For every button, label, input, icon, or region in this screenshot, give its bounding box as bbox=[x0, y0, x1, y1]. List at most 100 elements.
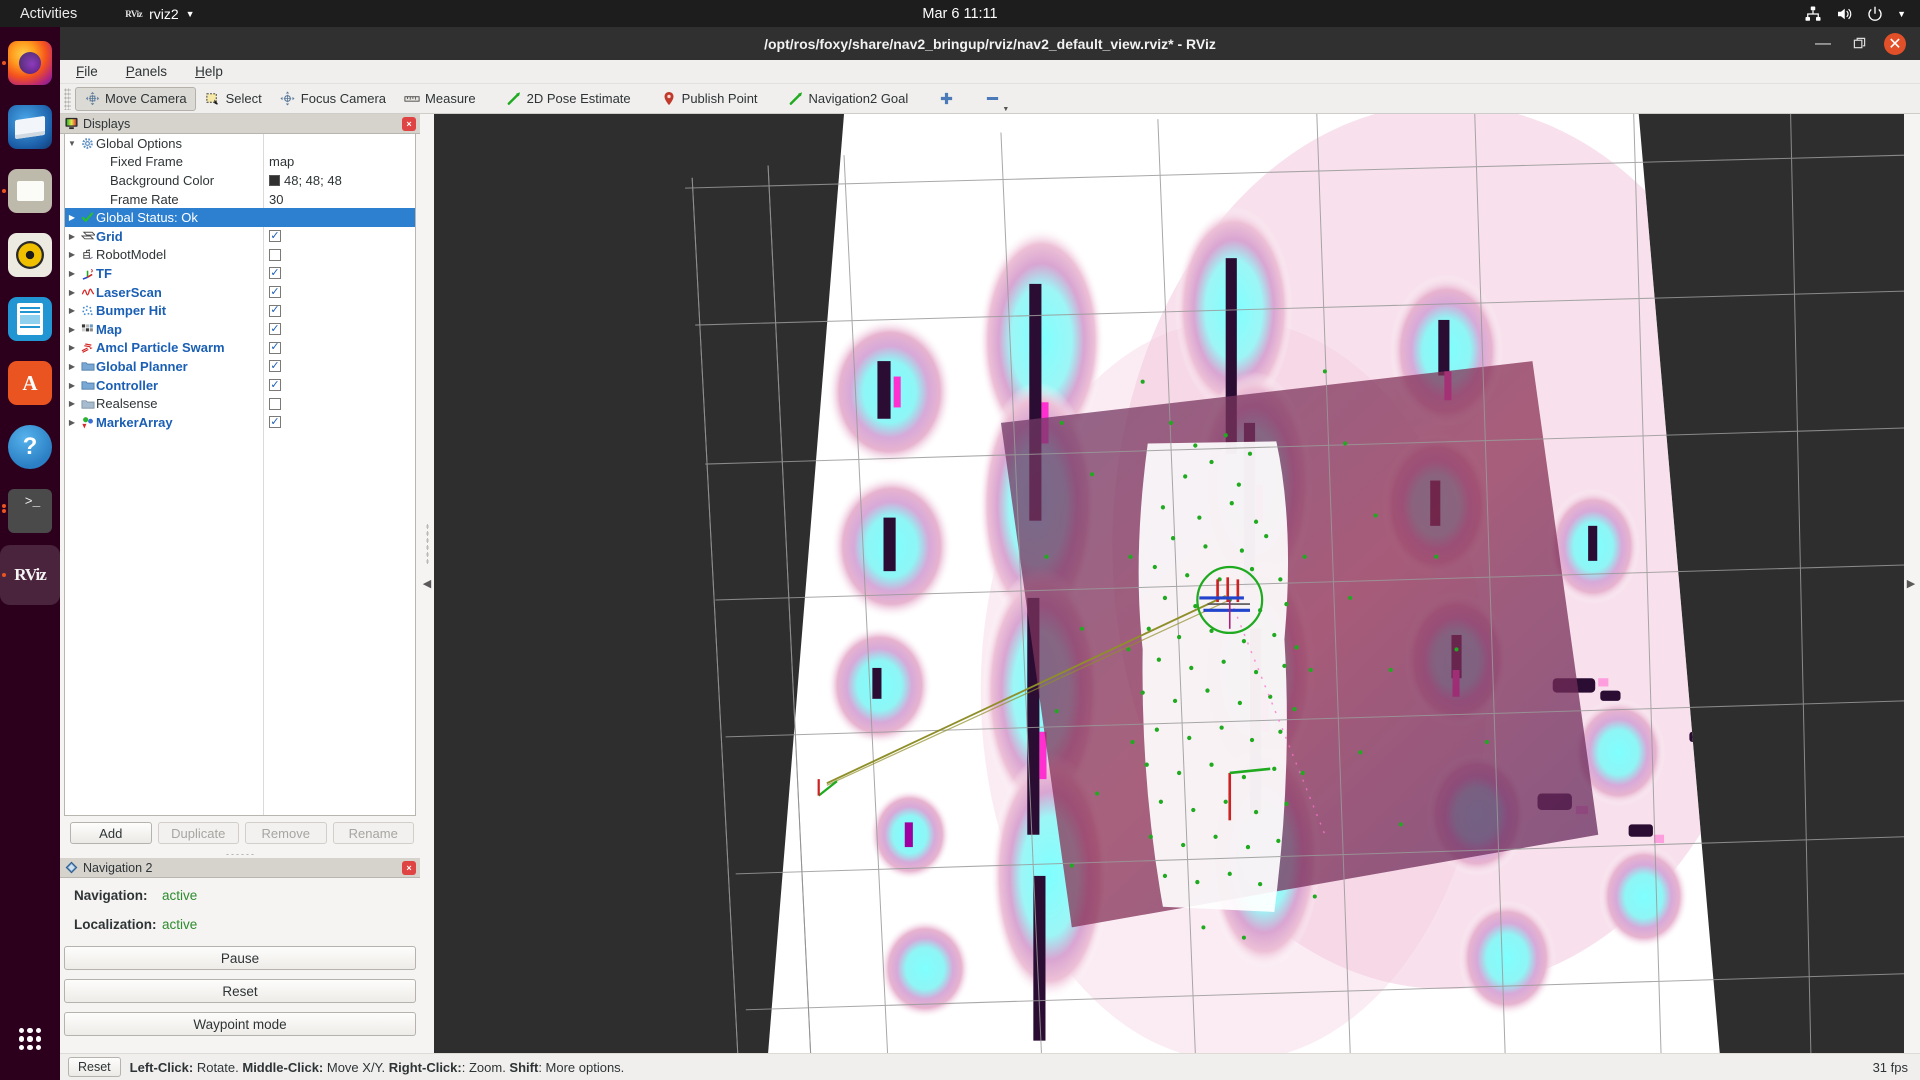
nav-reset-button[interactable]: Reset bbox=[64, 979, 416, 1003]
tree-row-realsense[interactable]: ▶ Realsense bbox=[65, 394, 415, 413]
expander-icon[interactable]: ▶ bbox=[65, 250, 79, 259]
app-menu-button[interactable]: RViz rviz2 ▼ bbox=[125, 6, 194, 22]
expander-icon[interactable]: ▼ bbox=[65, 139, 79, 148]
pause-button[interactable]: Pause bbox=[64, 946, 416, 970]
expander-icon[interactable]: ▶ bbox=[65, 418, 79, 427]
enable-checkbox[interactable]: ✓ bbox=[269, 323, 281, 335]
expander-icon[interactable]: ▶ bbox=[65, 399, 79, 408]
tree-row-controller[interactable]: ▶ Controller ✓ bbox=[65, 376, 415, 395]
expander-icon[interactable]: ▶ bbox=[65, 306, 79, 315]
window-titlebar[interactable]: /opt/ros/foxy/share/nav2_bringup/rviz/na… bbox=[60, 27, 1920, 60]
remove-tool-button[interactable]: ▼ bbox=[975, 87, 1009, 111]
tree-row-amcl-particle-swarm[interactable]: ▶ Amcl Particle Swarm bbox=[65, 339, 415, 358]
close-icon[interactable]: × bbox=[402, 117, 416, 131]
dock-item-ubuntu-software[interactable]: A bbox=[0, 353, 60, 413]
left-splitter[interactable]: ◀ bbox=[420, 114, 434, 1053]
enable-checkbox[interactable] bbox=[269, 249, 281, 261]
tree-value[interactable]: ✓ bbox=[269, 416, 281, 428]
tree-row-frame-rate[interactable]: Frame Rate 30 bbox=[65, 190, 415, 209]
enable-checkbox[interactable]: ✓ bbox=[269, 267, 281, 279]
dock-item-rhythmbox[interactable] bbox=[0, 225, 60, 285]
waypoint-mode-button[interactable]: Waypoint mode bbox=[64, 1012, 416, 1036]
enable-checkbox[interactable]: ✓ bbox=[269, 379, 281, 391]
tool-navigation2-goal[interactable]: Navigation2 Goal bbox=[779, 87, 918, 111]
tree-value[interactable]: 30 bbox=[269, 192, 283, 207]
displays-tree[interactable]: ▼ Global Options Fixed Fra bbox=[64, 134, 416, 816]
dock-item-terminal[interactable]: >_ bbox=[0, 481, 60, 541]
tree-row-grid[interactable]: ▶ Grid ✓ bbox=[65, 227, 415, 246]
expander-icon[interactable]: ▶ bbox=[65, 288, 79, 297]
dock-item-help[interactable]: ? bbox=[0, 417, 60, 477]
tree-value[interactable]: ✓ bbox=[269, 323, 281, 335]
tree-row-bumper-hit[interactable]: ▶ Bumper Hit ✓ bbox=[65, 301, 415, 320]
enable-checkbox[interactable]: ✓ bbox=[269, 305, 281, 317]
tree-value[interactable]: map bbox=[269, 154, 294, 169]
minimize-button[interactable]: — bbox=[1812, 33, 1834, 55]
tree-row-fixed-frame[interactable]: Fixed Frame map bbox=[65, 153, 415, 172]
enable-checkbox[interactable]: ✓ bbox=[269, 342, 281, 354]
dock-item-libreoffice-writer[interactable] bbox=[0, 289, 60, 349]
menu-help[interactable]: Help bbox=[191, 62, 227, 81]
tool-publish-point[interactable]: Publish Point bbox=[652, 87, 767, 111]
tree-row-global-options[interactable]: ▼ Global Options bbox=[65, 134, 415, 153]
tree-row-global-status[interactable]: ▶ Global Status: Ok bbox=[65, 208, 415, 227]
chevron-down-icon[interactable]: ▼ bbox=[1002, 106, 1009, 113]
tree-value[interactable] bbox=[269, 398, 281, 410]
expander-icon[interactable]: ▶ bbox=[65, 269, 79, 278]
expander-icon[interactable]: ▶ bbox=[65, 213, 79, 222]
close-button[interactable]: ✕ bbox=[1884, 33, 1906, 55]
tool-2d-pose-estimate[interactable]: 2D Pose Estimate bbox=[497, 87, 640, 111]
tool-measure[interactable]: Measure bbox=[395, 87, 485, 111]
maximize-restore-button[interactable] bbox=[1848, 33, 1870, 55]
tree-row-robotmodel[interactable]: ▶ RobotModel bbox=[65, 246, 415, 265]
tree-value[interactable]: ✓ bbox=[269, 267, 281, 279]
expander-icon[interactable]: ▶ bbox=[65, 381, 79, 390]
toolbar-grip[interactable] bbox=[64, 88, 71, 110]
tree-row-map[interactable]: ▶ Map bbox=[65, 320, 415, 339]
tree-value[interactable]: 48; 48; 48 bbox=[269, 173, 342, 188]
expander-icon[interactable]: ▶ bbox=[65, 362, 79, 371]
add-tool-button[interactable] bbox=[929, 87, 963, 111]
chevron-down-icon[interactable]: ▼ bbox=[1897, 9, 1906, 19]
tree-row-global-planner[interactable]: ▶ Global Planner ✓ bbox=[65, 357, 415, 376]
collapse-right-icon[interactable]: ▶ bbox=[1907, 577, 1915, 590]
enable-checkbox[interactable]: ✓ bbox=[269, 360, 281, 372]
system-tray[interactable]: ▼ bbox=[1804, 5, 1906, 23]
menu-panels[interactable]: Panels bbox=[122, 62, 171, 81]
tree-value[interactable]: ✓ bbox=[269, 305, 281, 317]
dock-item-thunderbird[interactable] bbox=[0, 97, 60, 157]
enable-checkbox[interactable]: ✓ bbox=[269, 230, 281, 242]
menu-file[interactable]: File bbox=[72, 62, 102, 81]
enable-checkbox[interactable]: ✓ bbox=[269, 416, 281, 428]
enable-checkbox[interactable]: ✓ bbox=[269, 286, 281, 298]
tool-move-camera[interactable]: Move Camera bbox=[75, 87, 196, 111]
add-button[interactable]: Add bbox=[70, 822, 152, 844]
dock-item-firefox[interactable] bbox=[0, 33, 60, 93]
tree-row-markerarray[interactable]: ▶ MarkerArray ✓ bbox=[65, 413, 415, 432]
tree-value[interactable]: ✓ bbox=[269, 379, 281, 391]
dock-item-files[interactable] bbox=[0, 161, 60, 221]
enable-checkbox[interactable] bbox=[269, 398, 281, 410]
tree-row-laserscan[interactable]: ▶ LaserScan ✓ bbox=[65, 283, 415, 302]
clock[interactable]: Mar 6 11:11 bbox=[0, 6, 1920, 22]
expander-icon[interactable]: ▶ bbox=[65, 232, 79, 241]
expander-icon[interactable]: ▶ bbox=[65, 343, 79, 352]
tree-value[interactable] bbox=[269, 249, 281, 261]
tree-value[interactable]: ✓ bbox=[269, 230, 281, 242]
expander-icon[interactable]: ▶ bbox=[65, 325, 79, 334]
reset-view-button[interactable]: Reset bbox=[68, 1057, 121, 1077]
tree-value[interactable]: ✓ bbox=[269, 342, 281, 354]
right-splitter[interactable]: ▶ bbox=[1904, 114, 1918, 1053]
tree-value[interactable]: ✓ bbox=[269, 286, 281, 298]
activities-button[interactable]: Activities bbox=[20, 6, 77, 22]
tool-focus-camera[interactable]: Focus Camera bbox=[271, 87, 395, 111]
tree-row-tf[interactable]: ▶ TF ✓ bbox=[65, 264, 415, 283]
tree-row-background-color[interactable]: Background Color 48; 48; 48 bbox=[65, 171, 415, 190]
tree-value[interactable]: ✓ bbox=[269, 360, 281, 372]
dock-item-rviz[interactable]: RViz bbox=[0, 545, 60, 605]
rviz-3d-viewport[interactable] bbox=[434, 114, 1904, 1053]
tool-select[interactable]: Select bbox=[196, 87, 271, 111]
panel-splitter-handle[interactable] bbox=[60, 851, 420, 858]
collapse-left-icon[interactable]: ◀ bbox=[423, 577, 431, 590]
close-icon[interactable]: × bbox=[402, 861, 416, 875]
